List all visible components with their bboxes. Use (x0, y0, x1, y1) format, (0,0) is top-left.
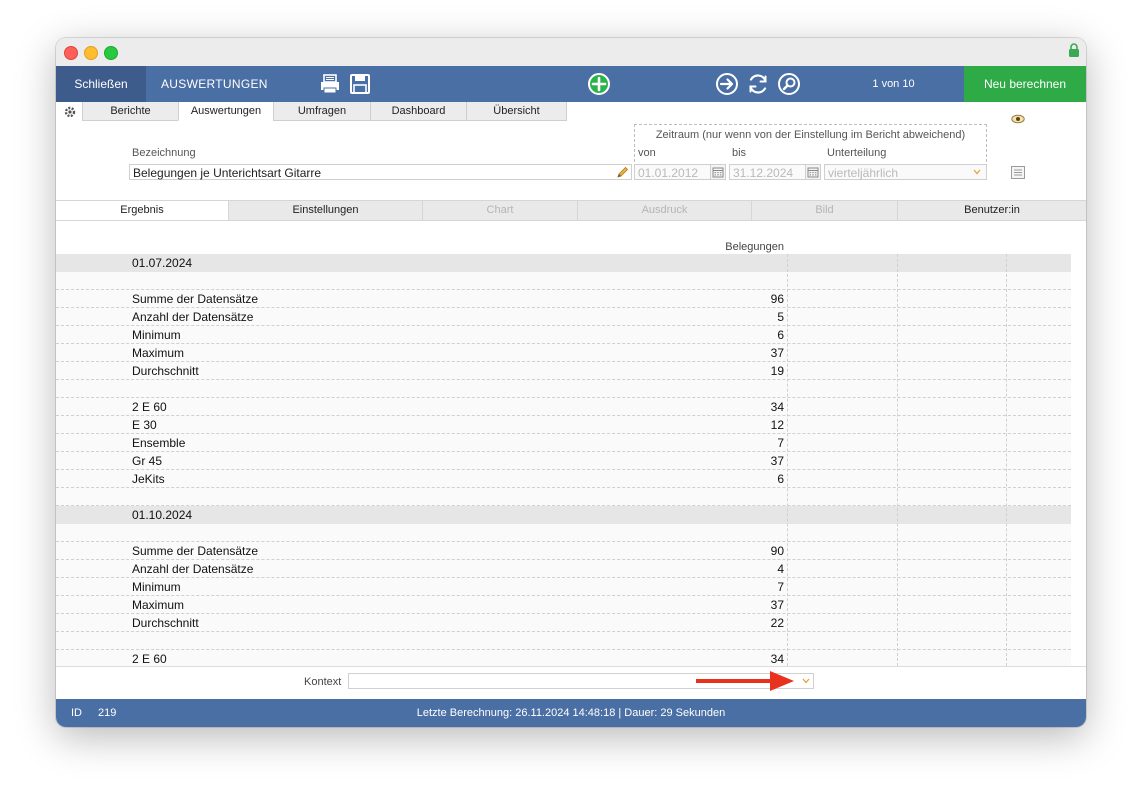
pencil-icon[interactable] (616, 166, 629, 179)
group-header-row: 01.10.2024 (56, 506, 1071, 524)
row-label: 01.07.2024 (132, 256, 193, 270)
refresh-icon[interactable] (746, 72, 770, 96)
row-value: 34 (770, 400, 784, 414)
chevron-down-icon (973, 169, 981, 175)
row-label: 01.10.2024 (132, 508, 193, 522)
result-tabs: Ergebnis Einstellungen Chart Ausdruck Bi… (56, 200, 1086, 221)
tab-berichte[interactable]: Berichte (82, 102, 179, 121)
column-divider (1006, 254, 1007, 666)
last-calculation-text: Letzte Berechnung: 26.11.2024 14:48:18 |… (416, 707, 726, 719)
table-row: Ensemble 7 (56, 434, 1071, 452)
group-header-row: 01.07.2024 (56, 254, 1071, 272)
tab-ergebnis[interactable]: Ergebnis (56, 201, 229, 220)
table-row (56, 380, 1071, 398)
von-date-field[interactable]: 01.01.2012 (634, 164, 711, 180)
row-value: 7 (777, 436, 784, 450)
table-row: JeKits 6 (56, 470, 1071, 488)
row-value: 19 (770, 364, 784, 378)
close-button[interactable]: Schließen (56, 66, 146, 102)
bis-label: bis (732, 147, 747, 159)
table-row: Maximum 37 (56, 596, 1071, 614)
tab-ausdruck[interactable]: Ausdruck (578, 201, 752, 220)
add-icon[interactable] (587, 72, 611, 96)
bezeichnung-field[interactable]: Belegungen je Unterichtsart Gitarre (129, 164, 632, 180)
row-value: 37 (770, 346, 784, 360)
list-icon[interactable] (1011, 166, 1025, 179)
row-value: 6 (777, 328, 784, 342)
table-row: Summe der Datensätze 96 (56, 290, 1071, 308)
row-value: 22 (770, 616, 784, 630)
annotation-arrow-icon (696, 671, 794, 691)
eye-icon[interactable] (1011, 114, 1025, 124)
table-row: E 30 12 (56, 416, 1071, 434)
tab-bild[interactable]: Bild (752, 201, 898, 220)
zoom-window-button[interactable] (104, 46, 118, 60)
table-row (56, 488, 1071, 506)
app-window: Schließen AUSWERTUNGEN 1 von 10 Neu bere… (56, 38, 1086, 727)
row-value: 4 (777, 562, 784, 576)
row-value: 90 (770, 544, 784, 558)
toolbar-title: AUSWERTUNGEN (161, 77, 268, 91)
table-row: 2 E 60 34 (56, 398, 1071, 416)
gear-icon[interactable] (63, 105, 77, 119)
tab-uebersicht[interactable]: Übersicht (466, 102, 567, 121)
tab-umfragen[interactable]: Umfragen (273, 102, 371, 121)
bottom-separator (56, 666, 1086, 667)
bis-date-field[interactable]: 31.12.2024 (729, 164, 806, 180)
result-table: 01.07.2024 Summe der Datensätze 96 Anzahl d… (56, 254, 1071, 666)
calendar-icon[interactable] (805, 164, 821, 180)
table-row: Durchschnitt 22 (56, 614, 1071, 632)
row-value: 12 (770, 418, 784, 432)
tab-einstellungen[interactable]: Einstellungen (229, 201, 423, 220)
table-row: Durchschnitt 19 (56, 362, 1071, 380)
main-tabs: Berichte Auswertungen Umfragen Dashboard… (56, 102, 1086, 122)
bezeichnung-label: Bezeichnung (132, 147, 196, 159)
kontext-label: Kontext (304, 676, 342, 688)
unterteilung-label: Unterteilung (827, 147, 887, 159)
zeitraum-label: Zeitraum (nur wenn von der Einstellung i… (655, 129, 966, 141)
table-row: 2 E 60 34 (56, 650, 1071, 666)
table-row: Anzahl der Datensätze 5 (56, 308, 1071, 326)
record-counter: 1 von 10 (872, 78, 915, 90)
toolbar: Schließen AUSWERTUNGEN 1 von 10 Neu bere… (56, 66, 1086, 102)
table-row: Gr 45 37 (56, 452, 1071, 470)
tab-benutzer[interactable]: Benutzer:in (898, 201, 1086, 220)
minimize-window-button[interactable] (84, 46, 98, 60)
row-value: 96 (770, 292, 784, 306)
table-row (56, 524, 1071, 542)
column-divider (897, 254, 898, 666)
row-value: 5 (777, 310, 784, 324)
title-bar (56, 38, 1086, 67)
table-row: Minimum 6 (56, 326, 1071, 344)
table-row (56, 632, 1071, 650)
tab-chart[interactable]: Chart (423, 201, 578, 220)
column-divider (787, 254, 788, 666)
recalculate-button[interactable]: Neu berechnen (964, 66, 1086, 102)
lock-icon (1069, 43, 1079, 57)
calendar-icon[interactable] (710, 164, 726, 180)
save-icon[interactable] (348, 72, 372, 96)
table-row (56, 272, 1071, 290)
tab-dashboard[interactable]: Dashboard (370, 102, 467, 121)
status-bar: ID 219 Letzte Berechnung: 26.11.2024 14:… (56, 699, 1086, 727)
forward-icon[interactable] (715, 72, 739, 96)
close-window-button[interactable] (64, 46, 78, 60)
row-value: 7 (777, 580, 784, 594)
tab-auswertungen[interactable]: Auswertungen (178, 102, 274, 121)
row-value: 34 (770, 652, 784, 666)
chevron-down-icon[interactable] (802, 677, 810, 685)
row-value: 37 (770, 598, 784, 612)
column-header-belegungen: Belegungen (725, 241, 784, 253)
table-row: Minimum 7 (56, 578, 1071, 596)
row-value: 6 (777, 472, 784, 486)
table-row: Anzahl der Datensätze 4 (56, 560, 1071, 578)
print-icon[interactable] (318, 72, 342, 96)
table-row: Summe der Datensätze 90 (56, 542, 1071, 560)
table-row: Maximum 37 (56, 344, 1071, 362)
search-icon[interactable] (777, 72, 801, 96)
unterteilung-select[interactable]: vierteljährlich (824, 164, 987, 180)
von-label: von (638, 147, 656, 159)
row-value: 37 (770, 454, 784, 468)
